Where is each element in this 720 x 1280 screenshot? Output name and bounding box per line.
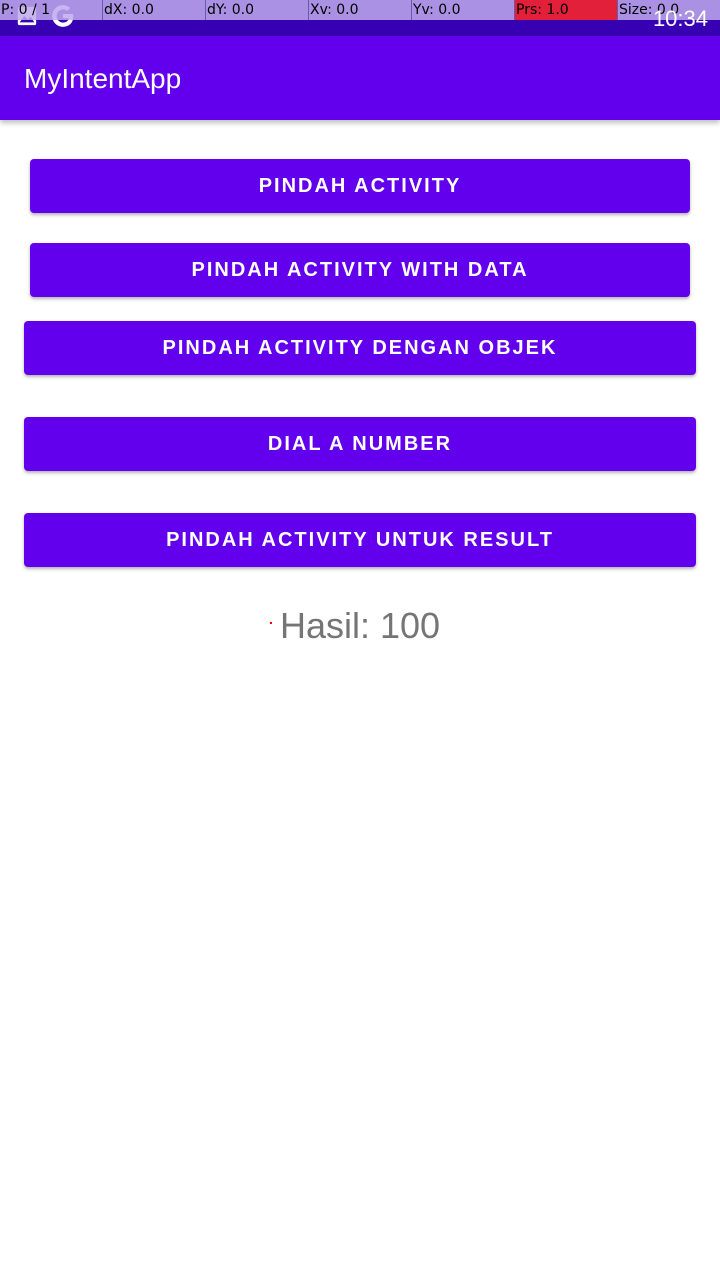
pointer-count: P: 0 / 1 [0,0,103,20]
move-activity-with-object-button[interactable]: PINDAH ACTIVITY DENGAN OBJEK [24,321,696,375]
pointer-dy: dY: 0.0 [206,0,309,20]
move-activity-for-result-button[interactable]: PINDAH ACTIVITY UNTUK RESULT [24,513,696,567]
screen: P: 0 / 1 dX: 0.0 dY: 0.0 Xv: 0.0 Yv: 0.0… [0,0,720,1280]
status-time: 10:34 [652,6,708,31]
app-bar: MyIntentApp [0,36,720,120]
pointer-dx: dX: 0.0 [103,0,206,20]
pointer-pressure: Prs: 1.0 [515,0,618,20]
pointer-xv: Xv: 0.0 [309,0,412,20]
pointer-yv: Yv: 0.0 [412,0,515,20]
pointer-location-overlay: P: 0 / 1 dX: 0.0 dY: 0.0 Xv: 0.0 Yv: 0.0… [0,0,720,20]
move-activity-button[interactable]: PINDAH ACTIVITY [30,159,690,213]
move-activity-with-data-button[interactable]: PINDAH ACTIVITY WITH DATA [30,243,690,297]
status-bar: P: 0 / 1 dX: 0.0 dY: 0.0 Xv: 0.0 Yv: 0.0… [0,0,720,36]
app-title: MyIntentApp [24,63,182,94]
result-text: Hasil: 100 [279,605,441,646]
dial-number-button[interactable]: DIAL A NUMBER [24,417,696,471]
